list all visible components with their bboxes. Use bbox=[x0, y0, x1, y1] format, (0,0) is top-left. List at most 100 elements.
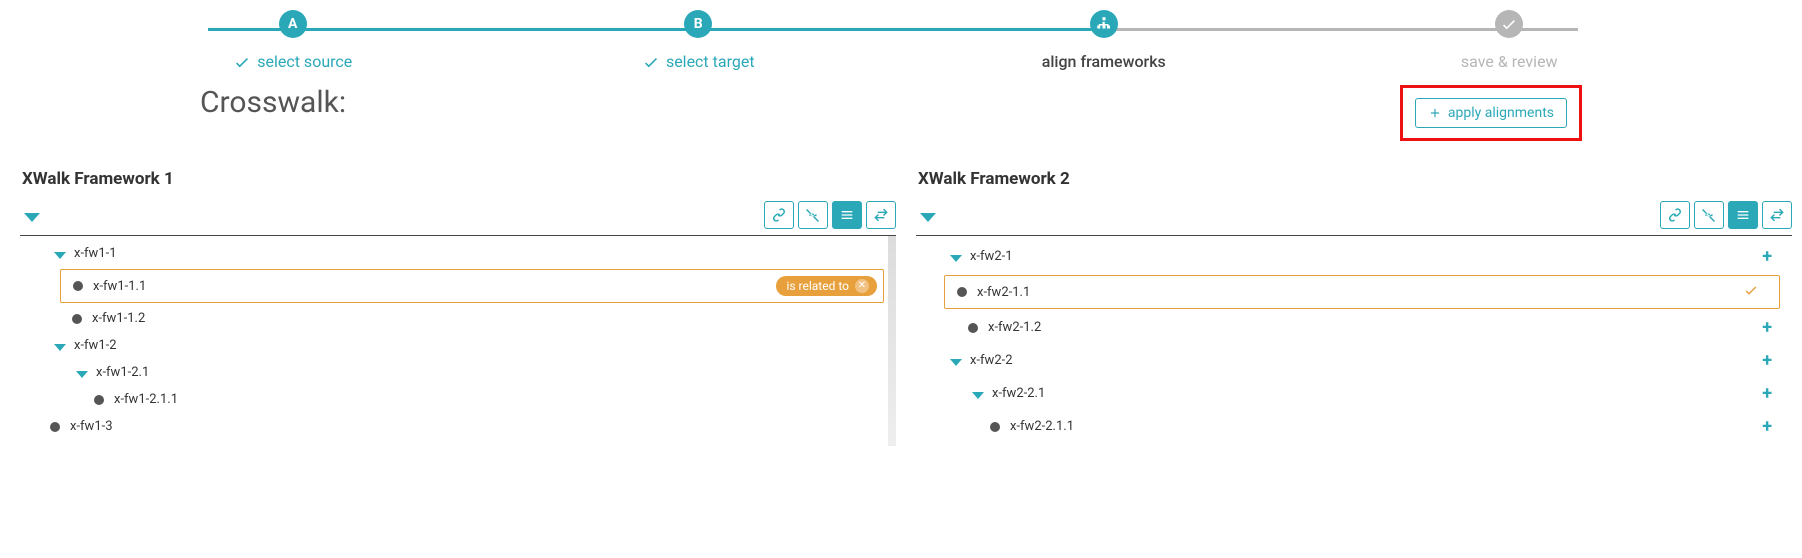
tree-leaf[interactable]: x-fw1-2.1.1 bbox=[20, 386, 896, 413]
bullet-icon bbox=[50, 422, 60, 432]
step-save-review[interactable]: save & review bbox=[1307, 10, 1713, 71]
chevron-down-icon[interactable] bbox=[950, 255, 962, 262]
relation-label: is related to bbox=[786, 279, 849, 293]
tree-label: x-fw2-2 bbox=[970, 353, 1013, 368]
check-icon bbox=[233, 53, 251, 71]
bullet-icon bbox=[990, 422, 1000, 432]
remove-relation-icon[interactable]: ✕ bbox=[855, 279, 869, 293]
step-label-save: save & review bbox=[1461, 52, 1558, 71]
framework-right-tree: x-fw2-1 + x-fw2-1.1 x-fw2-1.2 + x-fw2-2 … bbox=[916, 236, 1792, 449]
tree-leaf-selected[interactable]: x-fw1-1.1 is related to ✕ bbox=[60, 269, 884, 303]
step-select-source[interactable]: A select source bbox=[90, 10, 496, 71]
chevron-down-icon[interactable] bbox=[76, 371, 88, 378]
framework-left-title: XWalk Framework 1 bbox=[20, 165, 896, 199]
tree-branch[interactable]: x-fw2-2.1 + bbox=[916, 377, 1792, 410]
relation-pill[interactable]: is related to ✕ bbox=[776, 276, 877, 296]
step-label-align: align frameworks bbox=[1042, 52, 1166, 71]
apply-alignments-button[interactable]: apply alignments bbox=[1415, 98, 1567, 128]
swap-icon bbox=[1769, 207, 1785, 223]
step-label-select-source: select source bbox=[233, 52, 352, 71]
link-icon bbox=[1667, 207, 1683, 223]
step-label-text: align frameworks bbox=[1042, 52, 1166, 71]
framework-right-panel: XWalk Framework 2 x-fw2-1 + x-fw2-1.1 bbox=[916, 165, 1792, 449]
tree-label: x-fw2-1.1 bbox=[977, 285, 1030, 300]
check-circle-icon bbox=[1500, 15, 1518, 33]
framework-left-tree: x-fw1-1 x-fw1-1.1 is related to ✕ x-fw1-… bbox=[20, 236, 896, 446]
tree-label: x-fw1-2 bbox=[74, 338, 117, 353]
bullet-icon bbox=[968, 323, 978, 333]
step-badge-align bbox=[1090, 10, 1118, 38]
tree-leaf[interactable]: x-fw1-1.2 bbox=[20, 305, 896, 332]
collapse-all-caret[interactable] bbox=[24, 213, 40, 222]
tree-label: x-fw1-1 bbox=[74, 246, 117, 261]
framework-right-toolbar bbox=[1660, 201, 1792, 229]
tree-leaf[interactable]: x-fw2-1.2 + bbox=[916, 311, 1792, 344]
step-label-select-target: select target bbox=[642, 52, 755, 71]
swap-button[interactable] bbox=[1762, 201, 1792, 229]
link-button[interactable] bbox=[1660, 201, 1690, 229]
add-alignment-icon[interactable]: + bbox=[1762, 416, 1786, 437]
framework-right-title: XWalk Framework 2 bbox=[916, 165, 1792, 199]
framework-right-head bbox=[916, 199, 1792, 236]
link-button[interactable] bbox=[764, 201, 794, 229]
list-view-button[interactable] bbox=[832, 201, 862, 229]
swap-button[interactable] bbox=[866, 201, 896, 229]
unlink-button[interactable] bbox=[798, 201, 828, 229]
step-label-text: select target bbox=[666, 52, 755, 71]
apply-button-label: apply alignments bbox=[1448, 105, 1554, 121]
chevron-down-icon[interactable] bbox=[950, 359, 962, 366]
add-alignment-icon[interactable]: + bbox=[1762, 350, 1786, 371]
check-icon bbox=[642, 53, 660, 71]
unlink-icon bbox=[805, 207, 821, 223]
frameworks-panels: XWalk Framework 1 x-fw1-1 x-fw1-1.1 is r… bbox=[0, 145, 1802, 449]
list-view-button[interactable] bbox=[1728, 201, 1758, 229]
step-label-text: select source bbox=[257, 52, 352, 71]
tree-label: x-fw1-2.1.1 bbox=[114, 392, 178, 407]
step-badge-a: A bbox=[279, 10, 307, 38]
tree-label: x-fw1-1.2 bbox=[92, 311, 145, 326]
add-alignment-icon[interactable]: + bbox=[1762, 317, 1786, 338]
swap-icon bbox=[873, 207, 889, 223]
add-alignment-icon[interactable]: + bbox=[1762, 246, 1786, 267]
step-select-target[interactable]: B select target bbox=[496, 10, 902, 71]
tree-label: x-fw2-2.1.1 bbox=[1010, 419, 1074, 434]
chevron-down-icon[interactable] bbox=[972, 392, 984, 399]
tree-label: x-fw1-3 bbox=[70, 419, 113, 434]
tree-leaf-selected[interactable]: x-fw2-1.1 bbox=[944, 275, 1780, 309]
framework-left-toolbar bbox=[764, 201, 896, 229]
bullet-icon bbox=[94, 395, 104, 405]
tree-branch[interactable]: x-fw2-2 + bbox=[916, 344, 1792, 377]
step-align-frameworks[interactable]: align frameworks bbox=[901, 10, 1307, 71]
tree-leaf[interactable]: x-fw2-2.1.1 + bbox=[916, 410, 1792, 443]
bullet-icon bbox=[72, 314, 82, 324]
tree-label: x-fw2-1.2 bbox=[988, 320, 1041, 335]
list-icon bbox=[1735, 207, 1751, 223]
step-label-text: save & review bbox=[1461, 52, 1558, 71]
chevron-down-icon[interactable] bbox=[54, 344, 66, 351]
collapse-all-caret[interactable] bbox=[920, 213, 936, 222]
framework-left-panel: XWalk Framework 1 x-fw1-1 x-fw1-1.1 is r… bbox=[20, 165, 896, 449]
plus-icon bbox=[1428, 106, 1442, 120]
link-icon bbox=[771, 207, 787, 223]
step-badge-save bbox=[1495, 10, 1523, 38]
chevron-down-icon[interactable] bbox=[54, 252, 66, 259]
aligned-check-icon bbox=[1743, 282, 1773, 302]
bullet-icon bbox=[957, 287, 967, 297]
add-alignment-icon[interactable]: + bbox=[1762, 383, 1786, 404]
sitemap-icon bbox=[1095, 15, 1113, 33]
list-icon bbox=[839, 207, 855, 223]
step-badge-b: B bbox=[684, 10, 712, 38]
tree-branch[interactable]: x-fw1-2 bbox=[20, 332, 896, 359]
tree-label: x-fw2-1 bbox=[970, 249, 1013, 264]
tree-branch[interactable]: x-fw1-2.1 bbox=[20, 359, 896, 386]
framework-left-head bbox=[20, 199, 896, 236]
tree-leaf[interactable]: x-fw1-3 bbox=[20, 413, 896, 440]
apply-highlight: apply alignments bbox=[1400, 85, 1582, 141]
progress-stepper: A select source B select target align fr… bbox=[0, 0, 1802, 71]
unlink-button[interactable] bbox=[1694, 201, 1724, 229]
tree-branch[interactable]: x-fw2-1 + bbox=[916, 240, 1792, 273]
tree-label: x-fw1-1.1 bbox=[93, 279, 146, 294]
tree-branch[interactable]: x-fw1-1 bbox=[20, 240, 896, 267]
tree-label: x-fw1-2.1 bbox=[96, 365, 149, 380]
bullet-icon bbox=[73, 281, 83, 291]
